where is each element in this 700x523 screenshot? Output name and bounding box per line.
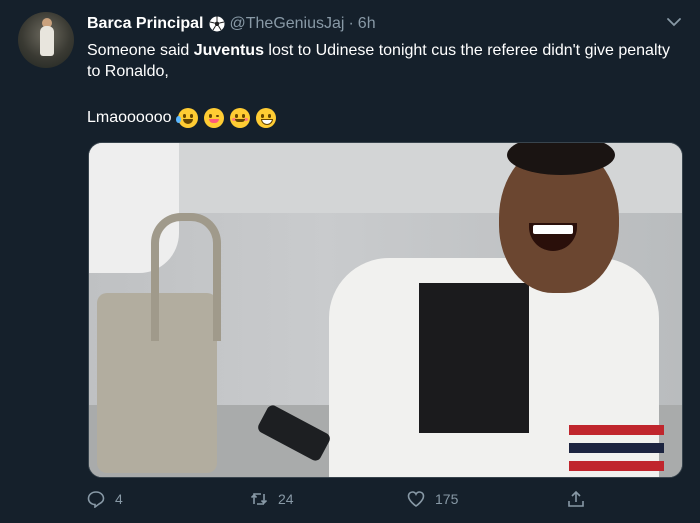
avatar-figure xyxy=(40,26,54,56)
retweet-count: 24 xyxy=(278,491,294,507)
tweet-text-line2: Lmaoooooo xyxy=(87,108,276,128)
author-name[interactable]: Barca Principal xyxy=(87,15,204,33)
winking-face-emoji-icon xyxy=(203,108,224,128)
photo-stripe-red xyxy=(569,425,664,435)
smiling-face-emoji-icon xyxy=(229,108,250,128)
reply-icon xyxy=(87,491,105,508)
tears-of-joy-emoji-icon xyxy=(175,108,198,128)
like-count: 175 xyxy=(435,491,459,507)
tweet-header: Barca Principal @TheGeniusJaj · 6h xyxy=(87,13,680,35)
reply-count: 4 xyxy=(115,491,123,507)
retweet-icon xyxy=(250,493,268,505)
photo-stripe-navy xyxy=(569,443,664,453)
tweet-actions: 4 24 175 xyxy=(87,486,597,512)
photo-teeth xyxy=(533,225,573,234)
chevron-down-icon[interactable] xyxy=(666,16,682,28)
tweet-time[interactable]: 6h xyxy=(358,15,376,33)
separator-dot: · xyxy=(348,15,354,32)
share-icon xyxy=(568,490,584,507)
photo-stripe-red-2 xyxy=(569,461,664,471)
tweet-text-before: Someone said xyxy=(87,42,194,59)
photo-shirt xyxy=(419,283,529,433)
grinning-squinting-emoji-icon xyxy=(255,108,276,128)
author-handle[interactable]: @TheGeniusJaj xyxy=(230,15,345,33)
author-avatar[interactable] xyxy=(18,12,74,68)
soccer-ball-icon xyxy=(209,16,224,32)
like-icon xyxy=(407,491,425,507)
tweet-text-bold: Juventus xyxy=(193,42,264,59)
tweet-text: Someone said Juventus lost to Udinese to… xyxy=(87,40,677,82)
tweet-photo[interactable] xyxy=(88,142,683,478)
photo-handbag-handle xyxy=(151,213,221,341)
like-button[interactable]: 175 xyxy=(407,486,458,512)
share-button[interactable] xyxy=(567,486,585,512)
tweet-text-second: Lmaoooooo xyxy=(87,109,172,126)
retweet-button[interactable]: 24 xyxy=(250,486,294,512)
reply-button[interactable]: 4 xyxy=(87,486,123,512)
